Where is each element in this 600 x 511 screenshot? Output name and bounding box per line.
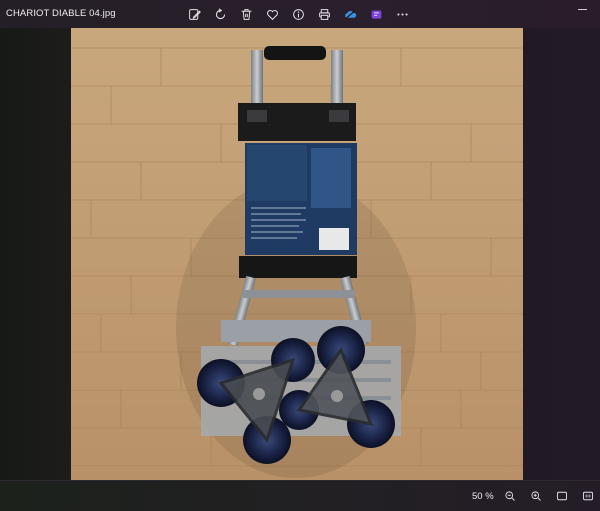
minimize-icon bbox=[577, 8, 587, 10]
clipchamp-button[interactable] bbox=[363, 4, 389, 24]
fit-to-window-button[interactable] bbox=[553, 488, 571, 504]
clipchamp-icon bbox=[371, 9, 381, 19]
more-icon bbox=[396, 12, 408, 16]
zoom-in-button[interactable] bbox=[527, 488, 545, 504]
favorite-button[interactable] bbox=[259, 4, 285, 24]
zoom-in-icon bbox=[531, 491, 541, 501]
zoom-level: 50 % bbox=[472, 491, 494, 502]
toolbar bbox=[181, 4, 415, 24]
fit-to-window-icon bbox=[557, 491, 567, 501]
zoom-out-icon bbox=[505, 491, 515, 501]
zoom-out-button[interactable] bbox=[501, 488, 519, 504]
title-bar: CHARIOT DIABLE 04.jpg bbox=[0, 0, 600, 28]
hand-truck-photo bbox=[71, 28, 523, 480]
actual-size-icon bbox=[583, 491, 593, 501]
photo bbox=[71, 28, 523, 480]
cloud-icon bbox=[344, 9, 356, 19]
window-controls bbox=[564, 0, 600, 20]
cloud-button[interactable] bbox=[337, 4, 363, 24]
edit-button[interactable] bbox=[181, 4, 207, 24]
info-icon bbox=[292, 8, 304, 20]
status-bar: 50 % bbox=[0, 480, 600, 511]
info-button[interactable] bbox=[285, 4, 311, 24]
minimize-button[interactable] bbox=[564, 0, 600, 18]
actual-size-button[interactable] bbox=[579, 488, 597, 504]
edit-icon bbox=[188, 8, 201, 20]
print-button[interactable] bbox=[311, 4, 337, 24]
delete-button[interactable] bbox=[233, 4, 259, 24]
rotate-button[interactable] bbox=[207, 4, 233, 24]
more-button[interactable] bbox=[389, 4, 415, 24]
print-icon bbox=[318, 8, 330, 20]
delete-icon bbox=[241, 8, 251, 20]
window-title: CHARIOT DIABLE 04.jpg bbox=[6, 8, 116, 19]
favorite-icon bbox=[266, 9, 278, 20]
rotate-icon bbox=[215, 7, 225, 19]
